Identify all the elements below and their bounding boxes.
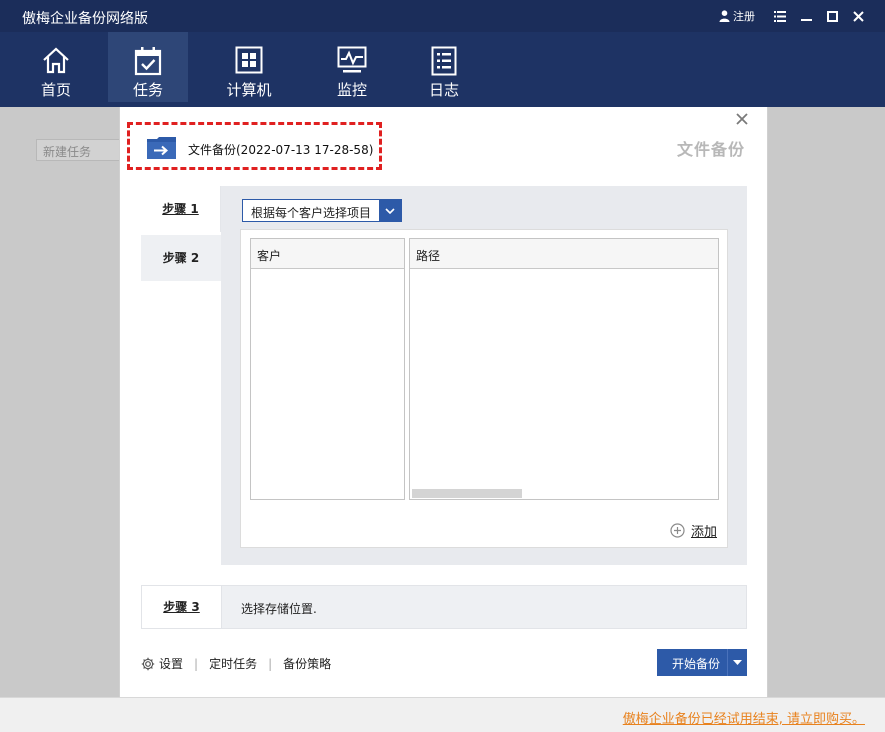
step2-tab[interactable]: 步骤 2 [141,235,221,281]
backup-scheme-link[interactable]: 备份策略 [283,655,331,672]
app-title: 傲梅企业备份网络版 [22,11,148,27]
step1-tab[interactable]: 步骤 1 [141,186,221,232]
nav-tasks-label: 任务 [132,81,163,99]
add-button[interactable]: 添加 [670,521,717,540]
steps-panel: 步骤 1 步骤 2 根据每个客户选择项目 客户 路径 添加 [141,186,747,565]
chevron-down-icon [385,207,395,214]
nav-computers-label: 计算机 [226,81,272,99]
settings-label: 设置 [159,657,184,671]
bottom-options: 设置 | 定时任务 | 备份策略 [141,655,331,672]
separator: | [268,656,273,671]
step3-row: 步骤 3 选择存储位置. [141,585,747,629]
step3-label: 步骤 3 [163,600,200,614]
settings-link[interactable]: 设置 [141,655,183,672]
nav-logs-label: 日志 [428,81,459,99]
close-icon [852,10,864,22]
user-icon [719,10,730,22]
selection-mode-dropdown[interactable]: 根据每个客户选择项目 [242,199,402,222]
add-label: 添加 [690,525,717,540]
folder-arrow-icon [147,137,176,159]
register-label: 注册 [733,10,755,23]
selection-mode-value: 根据每个客户选择项目 [251,206,372,220]
step3-tab[interactable]: 步骤 3 [141,585,221,629]
dropdown-arrow [379,200,401,221]
menu-button[interactable] [767,6,793,26]
horizontal-scrollbar[interactable] [412,489,522,498]
backup-scheme-label: 备份策略 [283,657,332,671]
nav-monitor[interactable]: 监控 [312,32,392,102]
minimize-button[interactable] [793,6,819,26]
log-icon [431,46,457,76]
maximize-button[interactable] [819,6,845,26]
step2-label: 步骤 2 [162,251,200,265]
nav-home[interactable]: 首页 [16,32,96,102]
schedule-label: 定时任务 [209,657,258,671]
windows-icon [235,46,263,74]
task-name-highlight: 文件备份(2022-07-13 17-28-58) [127,122,382,170]
close-window-button[interactable] [845,6,871,26]
nav-home-label: 首页 [40,81,71,99]
start-backup-dropdown[interactable] [727,649,747,676]
buy-now-link[interactable]: 傲梅企业备份已经试用结束, 请立即购买。 [623,708,865,727]
file-backup-dialog: 文件备份 文件备份(2022-07-13 17-28-58) 步骤 1 步骤 2… [119,107,768,697]
dialog-type-label: 文件备份 [676,140,745,159]
nav-monitor-label: 监控 [336,81,367,99]
status-bar: 傲梅企业备份已经试用结束, 请立即购买。 [0,697,885,732]
step1-content: 根据每个客户选择项目 客户 路径 添加 [221,186,747,565]
triangle-down-icon [733,660,742,665]
step3-content[interactable]: 选择存储位置. [221,585,747,629]
step1-label: 步骤 1 [162,202,199,216]
client-column-header: 客户 [251,239,404,269]
title-bar: 傲梅企业备份网络版 注册 [0,0,885,32]
separator: | [194,656,199,671]
minimize-icon [800,18,812,21]
start-backup-button[interactable]: 开始备份 [657,649,747,676]
nav-logs[interactable]: 日志 [404,32,484,102]
maximize-icon [826,10,838,22]
gear-icon [141,657,155,670]
path-column[interactable]: 路径 [409,238,719,500]
window-controls: 注册 [719,6,871,26]
nav-tasks[interactable]: 任务 [108,32,188,102]
storage-location-text: 选择存储位置. [241,602,317,616]
register-button[interactable]: 注册 [719,8,755,24]
dialog-close-button[interactable] [735,112,753,130]
client-column[interactable]: 客户 [250,238,405,500]
schedule-link[interactable]: 定时任务 [209,655,257,672]
menu-icon [774,10,786,22]
path-column-header: 路径 [410,239,718,269]
main-nav: 首页 任务 计算机 监控 日志 [0,32,885,107]
new-task-input[interactable]: 新建任务 [36,139,120,161]
nav-computers[interactable]: 计算机 [209,32,289,102]
close-icon [736,113,748,125]
monitor-icon [337,46,367,73]
plus-circle-icon [670,523,685,538]
calendar-check-icon [134,47,162,76]
source-table: 客户 路径 添加 [240,229,728,548]
home-icon [43,47,69,74]
start-backup-label: 开始备份 [672,657,721,671]
task-name-field[interactable]: 文件备份(2022-07-13 17-28-58) [188,141,373,158]
